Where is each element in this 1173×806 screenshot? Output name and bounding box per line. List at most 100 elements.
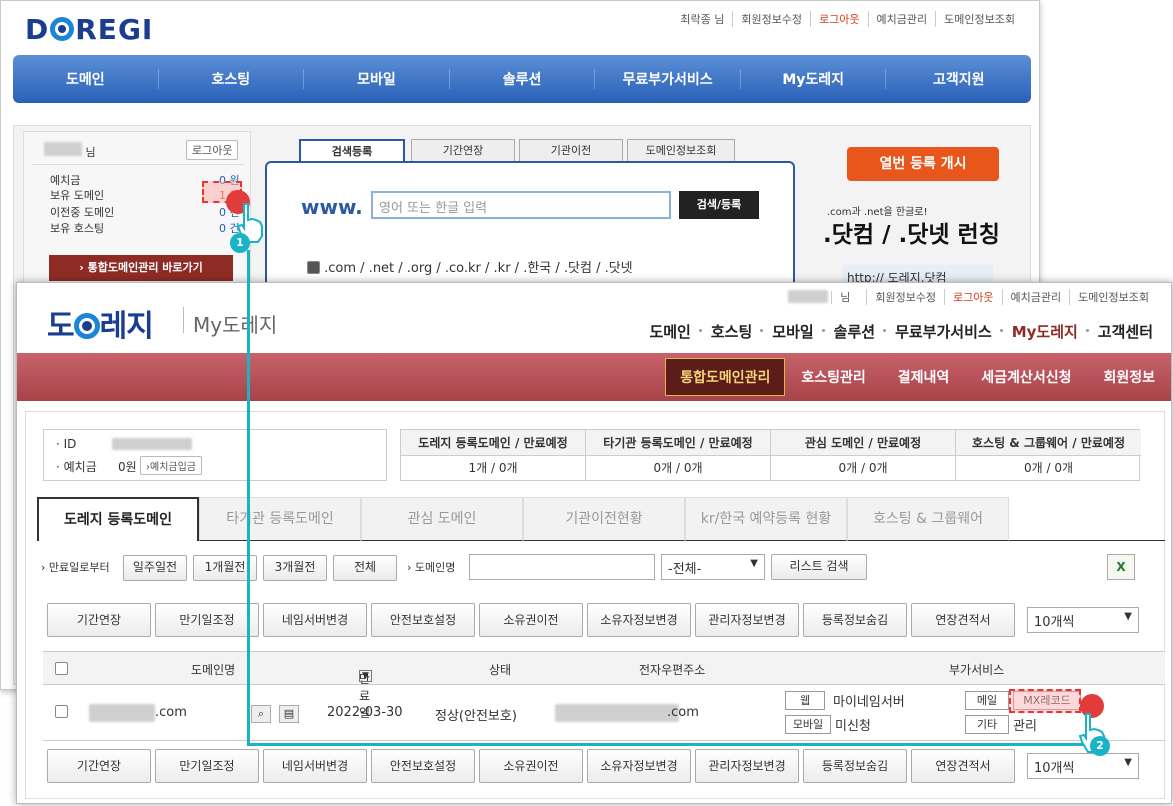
- tab-doregi-domains[interactable]: 도레지 등록도메인: [37, 497, 199, 541]
- nav-hosting[interactable]: 호스팅: [157, 69, 304, 89]
- tab-extend[interactable]: 기간연장: [411, 139, 515, 163]
- period-week-button[interactable]: 일주일전: [123, 555, 187, 581]
- print-icon[interactable]: ▤: [279, 705, 299, 723]
- list-search-button[interactable]: 리스트 검색: [771, 554, 867, 580]
- web-service-button[interactable]: 웹: [785, 691, 825, 710]
- logo-subtitle: My도레지: [193, 313, 278, 337]
- callout-line-vertical: [247, 250, 250, 746]
- action-nameserver-button[interactable]: 네임서버변경: [263, 749, 367, 783]
- domain-info-link[interactable]: 도메인정보조회: [1069, 289, 1157, 305]
- stat-header: 호스팅 & 그룹웨어 / 만료예정: [956, 430, 1141, 456]
- stat-header: 타기관 등록도메인 / 만료예정: [586, 430, 771, 456]
- select-all-checkbox[interactable]: [55, 662, 68, 675]
- edit-profile-link[interactable]: 회원정보수정: [866, 289, 944, 305]
- col-services: 부가서비스: [949, 663, 1005, 677]
- edit-profile-link[interactable]: 회원정보수정: [732, 11, 810, 27]
- mobile-service-button[interactable]: 모바일: [785, 715, 831, 734]
- action-hide-info-button[interactable]: 등록정보숨김: [803, 603, 907, 637]
- tab-other-domains[interactable]: 타기관 등록도메인: [199, 497, 361, 541]
- action-owner-info-button[interactable]: 소유자정보변경: [587, 603, 691, 637]
- action-ownership-button[interactable]: 소유권이전: [479, 603, 583, 637]
- stat-value: 0개 / 0개: [586, 456, 771, 481]
- action-admin-info-button[interactable]: 관리자정보변경: [695, 749, 799, 783]
- col-domain: 도메인명: [191, 663, 236, 677]
- action-admin-info-button[interactable]: 관리자정보변경: [695, 603, 799, 637]
- nav-solution[interactable]: 솔루션: [448, 69, 595, 89]
- submenu-payments[interactable]: 결제내역: [882, 367, 966, 387]
- row-expiry: 2022-03-30: [327, 705, 403, 720]
- menu-support[interactable]: 고객센터: [1085, 321, 1163, 342]
- period-all-button[interactable]: 전체: [333, 555, 397, 581]
- tab-interest-domains[interactable]: 관심 도메인: [361, 497, 523, 541]
- search-icon[interactable]: ⌕: [251, 705, 271, 723]
- domain-manage-shortcut-button[interactable]: › 통합도메인관리 바로가기: [49, 255, 233, 281]
- action-extend-button[interactable]: 기간연장: [47, 749, 151, 783]
- nav-support[interactable]: 고객지원: [885, 69, 1031, 89]
- menu-solution[interactable]: 솔루션: [821, 321, 885, 342]
- domain-info-link[interactable]: 도메인정보조회: [935, 11, 1023, 27]
- nav-my-doregi[interactable]: My도레지: [739, 69, 886, 89]
- search-register-button[interactable]: 검색/등록: [679, 191, 759, 219]
- front-top-links: 님 회원정보수정 로그아웃 예치금관리 도메인정보조회: [780, 289, 1157, 305]
- etc-service-text: 관리: [1013, 719, 1037, 734]
- menu-hosting[interactable]: 호스팅: [698, 321, 762, 342]
- action-quote-button[interactable]: 연장견적서: [911, 603, 1015, 637]
- action-hide-info-button[interactable]: 등록정보숨김: [803, 749, 907, 783]
- doregi-kr-logo[interactable]: 도 레지: [47, 301, 154, 345]
- tld-options[interactable]: .com / .net / .org / .co.kr / .kr / .한국 …: [307, 257, 633, 276]
- col-status: 상태: [489, 663, 512, 677]
- tab-transfer-status[interactable]: 기관이전현황: [523, 497, 685, 541]
- menu-mobile[interactable]: 모바일: [760, 321, 823, 342]
- row-checkbox[interactable]: [55, 705, 68, 718]
- front-main-menu: 도메인 호스팅 모바일 솔루션 무료부가서비스 My도레지 고객센터: [639, 321, 1163, 342]
- period-3month-button[interactable]: 3개월전: [263, 555, 327, 581]
- excel-download-icon[interactable]: X: [1107, 554, 1135, 580]
- deposit-link[interactable]: 예치금관리: [867, 11, 936, 27]
- deposit-topup-button[interactable]: ›예치금입금: [140, 456, 202, 475]
- action-ownership-button[interactable]: 소유권이전: [479, 749, 583, 783]
- domain-search-input[interactable]: 영어 또는 한글 입력: [371, 191, 671, 219]
- action-owner-info-button[interactable]: 소유자정보변경: [587, 749, 691, 783]
- promo-banner[interactable]: 열번 등록 개시 .com과 .net을 한글로! .닷컴 / .닷넷 런칭 h…: [813, 141, 1023, 291]
- nav-free-service[interactable]: 무료부가서비스: [594, 69, 740, 89]
- logout-link[interactable]: 로그아웃: [810, 11, 867, 27]
- menu-free-service[interactable]: 무료부가서비스: [883, 321, 1002, 342]
- mail-service-button[interactable]: 메일: [965, 691, 1009, 710]
- nav-mobile[interactable]: 모바일: [303, 69, 449, 89]
- action-quote-button[interactable]: 연장견적서: [911, 749, 1015, 783]
- action-extend-button[interactable]: 기간연장: [47, 603, 151, 637]
- action-expiry-adjust-button[interactable]: 만기일조정: [155, 603, 259, 637]
- deposit-value: 0원: [118, 460, 137, 474]
- submenu-member-info[interactable]: 회원정보: [1087, 367, 1171, 387]
- menu-my-doregi[interactable]: My도레지: [999, 321, 1088, 342]
- tld-checkbox[interactable]: [307, 261, 320, 274]
- banner-title: .닷컴 / .닷넷 런칭: [823, 222, 1000, 248]
- submenu-domain-manage[interactable]: 통합도메인관리: [665, 358, 786, 396]
- submenu-tax-invoice[interactable]: 세금계산서신청: [965, 367, 1087, 387]
- tab-domain-info[interactable]: 도메인정보조회: [627, 139, 735, 163]
- tab-transfer[interactable]: 기관이전: [519, 139, 623, 163]
- account-info-box: · ID · 예치금 0원 ›예치금입금: [43, 429, 387, 481]
- action-nameserver-button[interactable]: 네임서버변경: [263, 603, 367, 637]
- submenu-hosting-manage[interactable]: 호스팅관리: [785, 367, 881, 387]
- menu-domain[interactable]: 도메인: [639, 321, 700, 342]
- per-page-select[interactable]: 10개씩 ▼: [1027, 753, 1139, 779]
- tab-hosting-groupware[interactable]: 호스팅 & 그룹웨어: [847, 497, 1009, 541]
- id-label: ID: [63, 437, 77, 451]
- status-select[interactable]: -전체- ▼: [661, 554, 765, 580]
- logout-link[interactable]: 로그아웃: [944, 289, 1001, 305]
- deposit-link[interactable]: 예치금관리: [1001, 289, 1070, 305]
- owned-domain-label: 보유 도메인: [50, 189, 105, 202]
- etc-service-button[interactable]: 기타: [965, 715, 1009, 734]
- row-domain[interactable]: .com: [155, 705, 187, 720]
- box-logout-button[interactable]: 로그아웃: [186, 140, 239, 160]
- owned-hosting-label: 보유 호스팅: [50, 222, 105, 235]
- nav-domain[interactable]: 도메인: [13, 69, 158, 89]
- tab-kr-reservation[interactable]: kr/한국 예약등록 현황: [685, 497, 847, 541]
- per-page-select[interactable]: 10개씩 ▼: [1027, 607, 1139, 633]
- action-expiry-adjust-button[interactable]: 만기일조정: [155, 749, 259, 783]
- doregi-logo[interactable]: D REGI: [25, 13, 153, 46]
- action-safety-button[interactable]: 안전보호설정: [371, 749, 475, 783]
- action-safety-button[interactable]: 안전보호설정: [371, 603, 475, 637]
- domain-name-input[interactable]: [469, 554, 655, 580]
